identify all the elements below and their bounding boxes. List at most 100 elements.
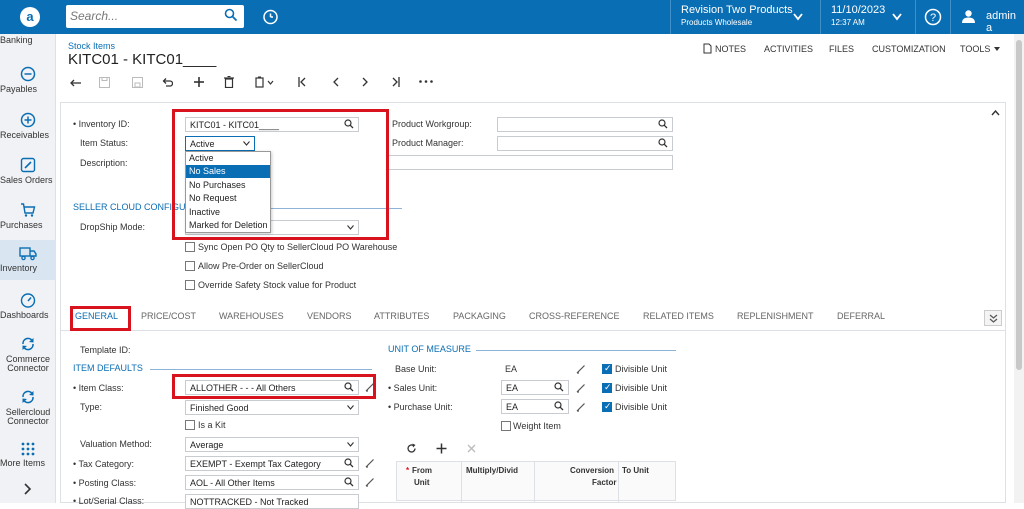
weight-item-checkbox[interactable] — [501, 421, 511, 431]
tab-warehouses[interactable]: WAREHOUSES — [219, 311, 284, 321]
tab-packaging[interactable]: PACKAGING — [453, 311, 506, 321]
grid-header-conversion-factor[interactable]: Conversion — [570, 466, 614, 475]
item-class-label: • Item Class: — [73, 383, 124, 393]
scrollbar-thumb[interactable] — [1016, 40, 1022, 370]
save-icon[interactable] — [99, 77, 110, 88]
last-record-icon[interactable] — [391, 77, 400, 87]
grid-header-multiply-divide[interactable]: Multiply/Divid — [466, 466, 518, 475]
sidebar-item-sellercloud-connector[interactable]: Sellercloud Connector — [0, 389, 56, 426]
search-icon[interactable] — [554, 401, 564, 411]
add-icon[interactable] — [193, 76, 205, 88]
tab-replenishment[interactable]: REPLENISHMENT — [737, 311, 814, 321]
tab-attributes[interactable]: ATTRIBUTES — [374, 311, 429, 321]
caret-down-icon — [994, 47, 1000, 51]
product-manager-field[interactable] — [497, 136, 673, 151]
undo-icon[interactable] — [161, 77, 173, 88]
tab-deferral[interactable]: DEFERRAL — [837, 311, 885, 321]
sidebar-item-sales-orders[interactable]: Sales Orders — [0, 157, 56, 185]
tab-price-cost[interactable]: PRICE/COST — [141, 311, 196, 321]
delete-row-icon[interactable] — [467, 444, 476, 453]
edit-pencil-icon[interactable] — [365, 477, 375, 487]
valuation-method-select[interactable]: Average — [185, 437, 359, 452]
type-select[interactable]: Finished Good — [185, 400, 359, 415]
back-icon[interactable] — [70, 78, 82, 88]
lot-serial-class-field[interactable]: NOTTRACKED - Not Tracked — [185, 494, 359, 509]
posting-class-field[interactable]: AOL - All Other Items — [185, 475, 359, 490]
sidebar-item-receivables[interactable]: Receivables — [0, 112, 56, 140]
user-icon[interactable] — [961, 9, 976, 24]
search-input[interactable]: Search... — [66, 5, 244, 28]
tax-category-field[interactable]: EXEMPT - Exempt Tax Category — [185, 456, 359, 471]
edit-pencil-icon[interactable] — [576, 364, 586, 374]
expand-sidebar-icon[interactable] — [24, 483, 32, 495]
tab-related-items[interactable]: RELATED ITEMS — [643, 311, 714, 321]
product-workgroup-field[interactable] — [497, 117, 673, 132]
tabs-overflow-button[interactable] — [984, 310, 1002, 326]
sidebar-item-banking[interactable]: Banking — [0, 36, 56, 52]
double-chevron-down-icon — [989, 314, 998, 323]
search-icon[interactable] — [344, 458, 354, 468]
sidebar-item-label: Banking — [0, 35, 33, 45]
valuation-method-label: Valuation Method: — [80, 439, 152, 449]
refresh-icon[interactable] — [406, 443, 417, 454]
sidebar-item-purchases[interactable]: Purchases — [0, 202, 56, 230]
next-record-icon[interactable] — [362, 77, 369, 87]
company-selector[interactable]: Revision Two Products Products Wholesale — [670, 0, 820, 34]
copy-paste-icon[interactable] — [255, 76, 275, 88]
type-label: Type: — [80, 402, 103, 412]
chevron-down-icon — [347, 405, 354, 410]
page-scrollbar[interactable] — [1014, 34, 1024, 503]
edit-pencil-icon[interactable] — [365, 458, 375, 468]
collapse-icon[interactable] — [991, 110, 1000, 116]
override-safety-checkbox[interactable] — [185, 280, 195, 290]
description-field[interactable] — [388, 155, 673, 170]
tab-vendors[interactable]: VENDORS — [307, 311, 352, 321]
sidebar-item-dashboards[interactable]: Dashboards — [0, 292, 56, 320]
sync-po-checkbox[interactable] — [185, 242, 195, 252]
grid-header-to-unit[interactable]: To Unit — [622, 466, 649, 475]
customization-link[interactable]: CUSTOMIZATION — [872, 44, 946, 54]
tab-cross-reference[interactable]: CROSS-REFERENCE — [529, 311, 620, 321]
is-kit-checkbox[interactable] — [185, 420, 195, 430]
help-icon[interactable]: ? — [924, 8, 942, 26]
purchase-unit-field[interactable]: EA — [501, 399, 569, 414]
search-icon[interactable] — [554, 382, 564, 392]
plus-circle-icon — [20, 112, 36, 128]
more-actions-icon[interactable] — [419, 80, 433, 83]
allow-preorder-checkbox[interactable] — [185, 261, 195, 271]
sidebar-item-commerce-connector[interactable]: Commerce Connector — [0, 336, 56, 373]
search-icon[interactable] — [344, 477, 354, 487]
delete-icon[interactable] — [224, 76, 234, 88]
edit-pencil-icon[interactable] — [576, 383, 586, 393]
sales-divisible-label: Divisible Unit — [615, 383, 668, 393]
item-status-label: Item Status: — [80, 138, 129, 148]
grid-header-from-unit[interactable]: From — [412, 466, 432, 475]
user-name[interactable]: admin a — [986, 10, 1024, 34]
search-icon[interactable] — [658, 138, 668, 148]
inventory-id-label-text: Inventory ID: — [78, 119, 130, 129]
files-link[interactable]: FILES — [829, 44, 854, 54]
sidebar-item-label: Payables — [0, 84, 38, 94]
notes-link[interactable]: NOTES — [715, 44, 746, 54]
grid-icon — [21, 442, 35, 456]
save-close-icon[interactable] — [132, 77, 143, 88]
first-record-icon[interactable] — [298, 77, 307, 87]
edit-pencil-icon[interactable] — [576, 402, 586, 412]
date-selector[interactable]: 11/10/2023 12:37 AM — [820, 0, 915, 34]
app-logo[interactable]: a — [0, 0, 60, 34]
breadcrumb[interactable]: Stock Items — [68, 41, 115, 51]
purchase-divisible-checkbox[interactable] — [602, 401, 612, 412]
sidebar-item-payables[interactable]: Payables — [0, 66, 56, 94]
sales-divisible-checkbox[interactable] — [602, 382, 612, 393]
add-row-icon[interactable] — [436, 443, 447, 454]
tools-link[interactable]: TOOLS — [960, 44, 990, 54]
history-icon[interactable] — [262, 8, 279, 25]
search-icon[interactable] — [658, 119, 668, 129]
activities-link[interactable]: ACTIVITIES — [764, 44, 813, 54]
base-divisible-checkbox[interactable] — [602, 363, 612, 374]
sidebar-item-inventory[interactable]: Inventory — [0, 240, 56, 280]
sales-unit-field[interactable]: EA — [501, 380, 569, 395]
previous-record-icon[interactable] — [332, 77, 339, 87]
section-divider — [476, 350, 676, 351]
sidebar-item-more-items[interactable]: More Items — [0, 442, 56, 468]
